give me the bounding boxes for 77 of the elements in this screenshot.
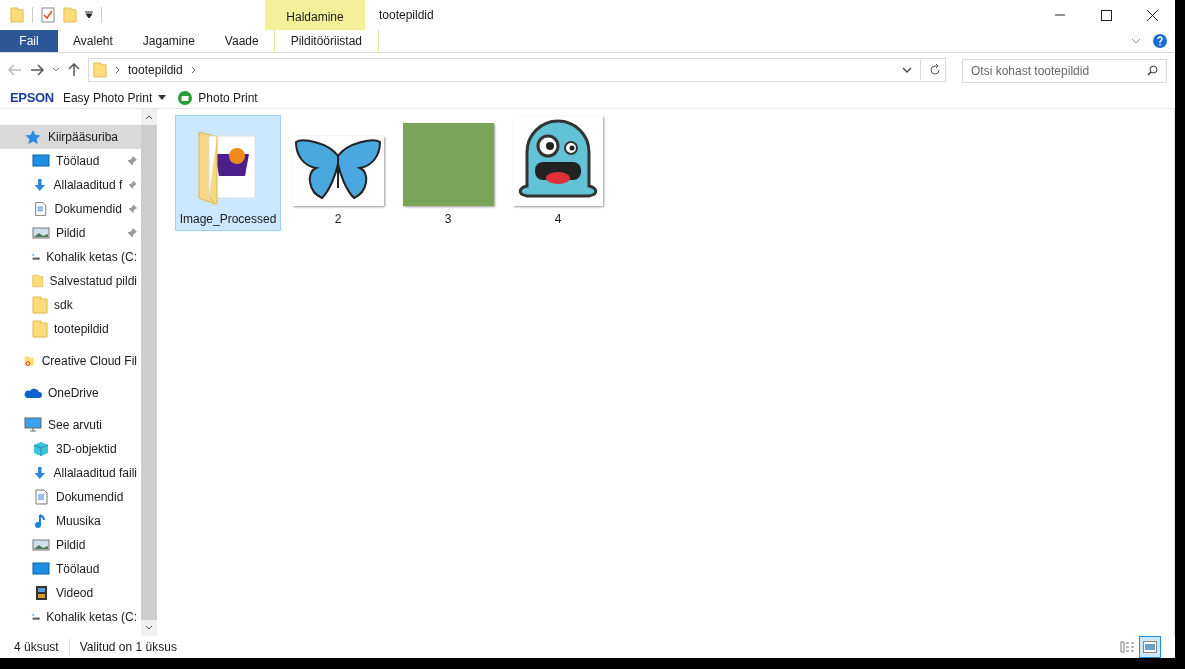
monitor-icon (32, 561, 50, 577)
nav-item[interactable]: Pildid (0, 533, 141, 557)
printer-icon (178, 90, 193, 105)
file-item[interactable]: 3 (395, 115, 501, 231)
chevron-down-icon[interactable] (902, 66, 912, 74)
file-item[interactable]: 4 (505, 115, 611, 231)
dropdown-icon[interactable] (85, 11, 93, 19)
nav-item[interactable]: 3D-objektid (0, 437, 141, 461)
picture-icon (32, 537, 50, 553)
document-icon (32, 489, 50, 505)
cloud-folder-icon (24, 353, 36, 369)
item-count: 4 üksust (14, 639, 59, 656)
picture-icon (1143, 641, 1157, 653)
nav-item[interactable]: Kiirpääsuriba (0, 125, 141, 149)
folder-icon (32, 320, 48, 338)
folder-icon (32, 296, 48, 314)
properties-icon[interactable] (41, 7, 55, 23)
details-view-icon (1120, 641, 1136, 653)
cube-icon (32, 441, 50, 457)
star-icon (24, 129, 42, 145)
nav-item[interactable]: Töölaud (0, 557, 141, 581)
help-icon[interactable] (1153, 34, 1167, 48)
ribbon-tab[interactable]: Avaleht (58, 30, 128, 52)
nav-item[interactable]: Allalaaditud faili (0, 461, 141, 485)
folder-icon (63, 7, 77, 23)
nav-item[interactable]: Töölaud (0, 149, 141, 173)
folder-icon (32, 272, 44, 290)
breadcrumb[interactable]: tootepildid (128, 61, 183, 79)
nav-item[interactable]: Allalaaditud f (0, 173, 141, 197)
toolbar-button[interactable]: Easy Photo Print (59, 88, 170, 107)
minimize-icon (1055, 14, 1065, 16)
nav-item[interactable]: tootepildid (0, 317, 141, 341)
ribbon-tab[interactable]: Pilditööriistad (273, 30, 380, 52)
folder-icon (10, 7, 24, 23)
close-icon (1146, 9, 1158, 21)
selection-status: Valitud on 1 üksus (79, 639, 177, 656)
address-bar[interactable]: tootepildid (88, 58, 946, 82)
chevron-right-icon (115, 66, 120, 74)
nav-item[interactable]: Videod (0, 581, 141, 605)
context-tab-header: Haldamine (265, 0, 365, 30)
nav-item[interactable]: OneDrive (0, 381, 141, 405)
up-arrow-icon[interactable] (68, 63, 80, 77)
file-item[interactable]: 2 (285, 115, 391, 231)
nav-item[interactable]: sdk (0, 293, 141, 317)
ribbon-tab[interactable]: Jagamine (127, 30, 210, 52)
chevron-down-icon[interactable] (52, 67, 60, 73)
nav-item[interactable]: Pildid (0, 221, 141, 245)
computer-icon (24, 417, 42, 433)
nav-item[interactable]: Dokumendid (0, 485, 141, 509)
window-title: tootepildid (378, 7, 434, 24)
nav-item[interactable]: Kohalik ketas (C: (0, 605, 141, 629)
ribbon-tab[interactable]: Vaade (209, 30, 274, 52)
dropdown-icon (158, 95, 167, 100)
toolbar-button[interactable]: Photo Print (175, 88, 261, 107)
forward-arrow-icon[interactable] (30, 64, 44, 76)
file-item[interactable]: Image_Processed (175, 115, 281, 231)
nav-item[interactable]: Salvestatud pildi (0, 269, 141, 293)
down-arrow-icon (32, 465, 48, 481)
folder-icon (93, 62, 107, 78)
chevron-right-icon (190, 66, 196, 74)
monitor-icon (32, 153, 50, 169)
nav-item[interactable]: Kohalik ketas (C: (0, 245, 141, 269)
brand-logo: EPSON (10, 88, 54, 107)
large-icons-view-button[interactable] (1139, 636, 1161, 658)
ribbon-tab[interactable]: Fail (0, 30, 58, 52)
nav-item[interactable]: Creative Cloud Fil (0, 349, 141, 373)
nav-item[interactable]: Muusika (0, 509, 141, 533)
search-field[interactable]: Otsi kohast tootepildid (962, 59, 1167, 83)
maximize-icon (1100, 9, 1112, 21)
picture-icon (32, 225, 50, 241)
nav-item[interactable]: See arvuti (0, 413, 141, 437)
nav-item[interactable]: Dokumendid (0, 197, 141, 221)
document-icon (32, 201, 49, 217)
scrollbar[interactable] (141, 109, 157, 636)
search-icon (1147, 65, 1158, 76)
refresh-icon[interactable] (929, 64, 941, 76)
down-arrow-icon (32, 177, 48, 193)
